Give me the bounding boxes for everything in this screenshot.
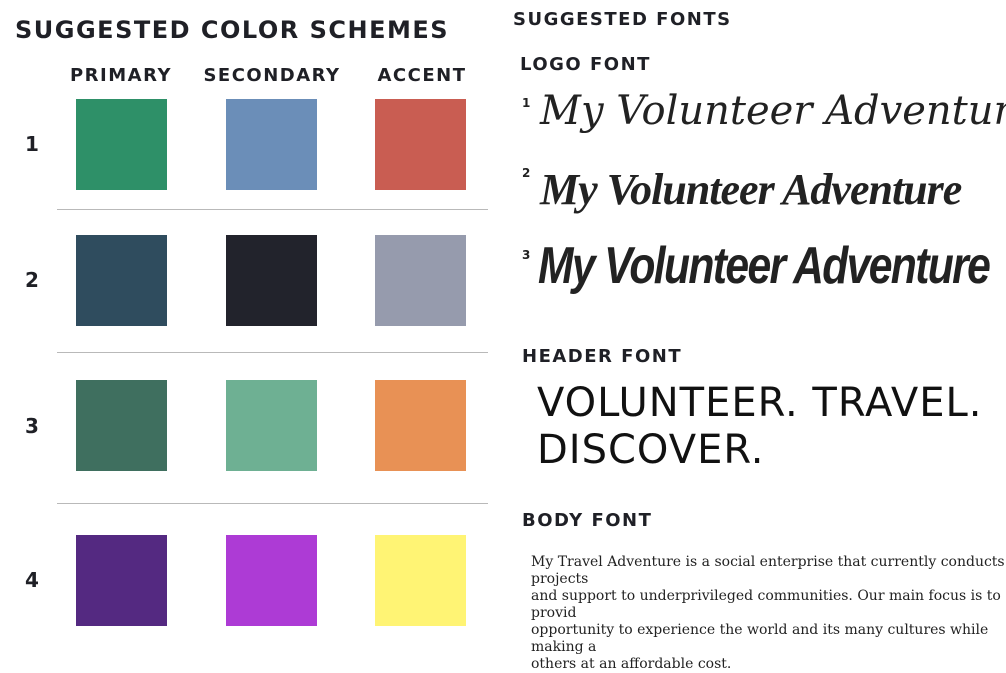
body-font-heading: Body Font xyxy=(522,510,653,531)
scheme-number-2: 2 xyxy=(25,268,39,292)
header-font-heading: Header Font xyxy=(522,346,683,367)
column-label-secondary: Secondary xyxy=(203,65,341,86)
logo-sample-2: My Volunteer Adventure xyxy=(540,165,962,214)
scheme-1-secondary-swatch xyxy=(226,99,317,190)
scheme-1-primary-swatch xyxy=(76,99,167,190)
row-divider xyxy=(57,209,488,210)
suggested-fonts-title: Suggested Fonts xyxy=(513,9,732,30)
scheme-2-primary-swatch xyxy=(76,235,167,326)
column-label-primary: Primary xyxy=(69,65,172,86)
scheme-4-primary-swatch xyxy=(76,535,167,626)
scheme-number-3: 3 xyxy=(25,414,39,438)
scheme-3-primary-swatch xyxy=(76,380,167,471)
row-divider xyxy=(57,503,488,504)
scheme-2-secondary-swatch xyxy=(226,235,317,326)
scheme-1-accent-swatch xyxy=(375,99,466,190)
header-font-sample: VOLUNTEER. TRAVEL. DISCOVER. xyxy=(537,380,983,473)
row-divider xyxy=(57,352,488,353)
scheme-number-4: 4 xyxy=(25,568,39,592)
logo-sample-1: My Volunteer Adventure xyxy=(540,88,1006,134)
scheme-2-accent-swatch xyxy=(375,235,466,326)
body-font-sample: My Travel Adventure is a social enterpri… xyxy=(531,554,1005,672)
scheme-3-accent-swatch xyxy=(375,380,466,471)
scheme-4-secondary-swatch xyxy=(226,535,317,626)
scheme-3-secondary-swatch xyxy=(226,380,317,471)
logo-sample-3: My Volunteer Adventure xyxy=(538,237,991,295)
logo-font-heading: Logo Font xyxy=(520,54,651,75)
color-schemes-title: Suggested Color Schemes xyxy=(15,16,450,44)
column-label-accent: Accent xyxy=(377,65,467,86)
logo-sample-number-1: 1 xyxy=(522,96,531,110)
logo-sample-number-3: 3 xyxy=(522,248,531,262)
scheme-number-1: 1 xyxy=(25,132,39,156)
logo-sample-number-2: 2 xyxy=(522,166,531,180)
scheme-4-accent-swatch xyxy=(375,535,466,626)
